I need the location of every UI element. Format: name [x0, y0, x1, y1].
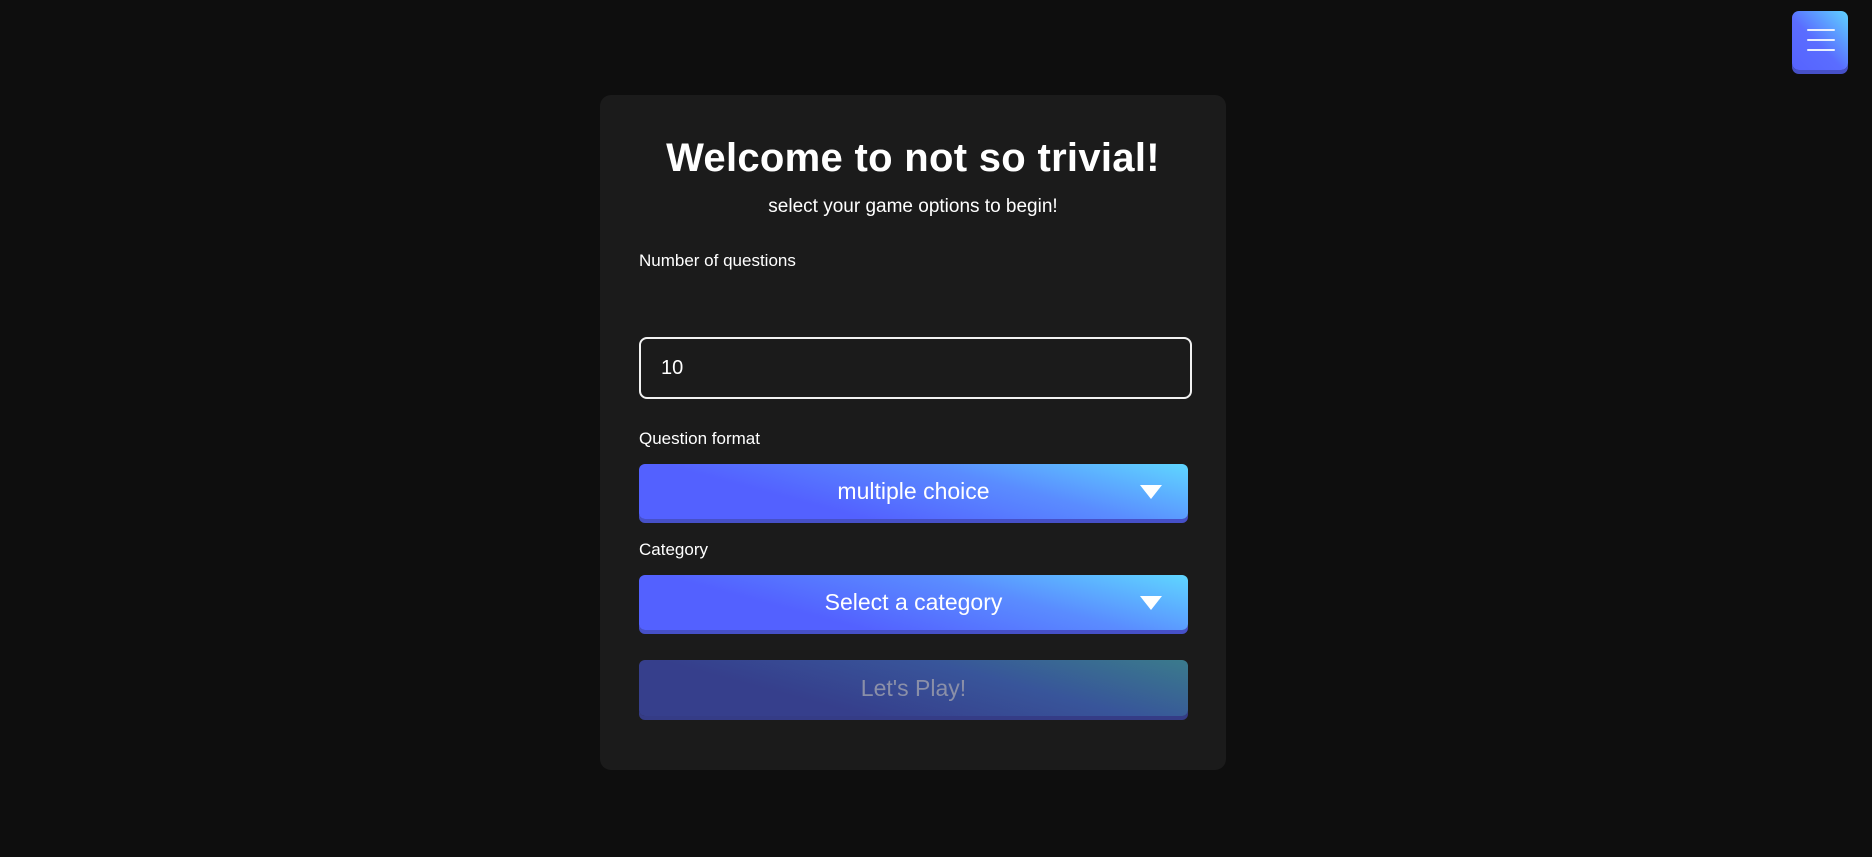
page-title: Welcome to not so trivial! — [666, 136, 1160, 180]
hamburger-menu-icon — [1807, 29, 1835, 31]
page-subtitle: select your game options to begin! — [768, 196, 1058, 217]
question-format-label: Question format — [639, 429, 760, 448]
hamburger-menu-icon-line — [1807, 39, 1835, 41]
question-format-value: multiple choice — [837, 478, 990, 504]
chevron-down-icon — [1140, 485, 1162, 499]
category-label: Category — [639, 540, 708, 559]
chevron-down-icon — [1140, 596, 1162, 610]
question-format-select[interactable]: multiple choice — [639, 464, 1188, 519]
game-options-card: Welcome to not so trivial! select your g… — [600, 95, 1226, 770]
hamburger-menu-icon-line — [1807, 49, 1835, 51]
lets-play-button[interactable]: Let's Play! — [639, 660, 1188, 716]
category-value: Select a category — [824, 589, 1003, 615]
number-of-questions-input[interactable] — [639, 337, 1192, 399]
menu-button[interactable] — [1792, 11, 1848, 70]
number-of-questions-label: Number of questions — [639, 251, 796, 270]
category-select[interactable]: Select a category — [639, 575, 1188, 630]
